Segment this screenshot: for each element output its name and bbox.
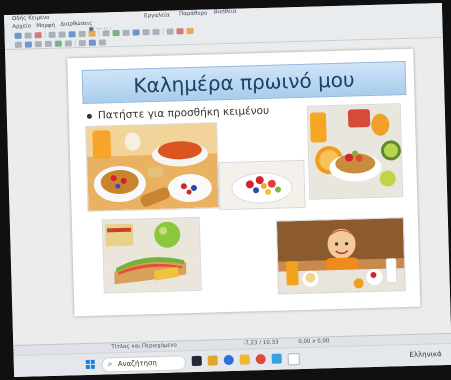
edge-browser-icon[interactable] [223,354,234,366]
chrome-icon[interactable] [255,354,266,365]
slide-bullet-text[interactable]: Πατήστε για προσθήκη κειμένου [98,105,270,122]
search-label: Αναζήτηση [117,359,158,369]
curve-icon[interactable] [152,28,160,35]
star-icon[interactable] [176,27,184,34]
toolbar-divider [98,29,100,37]
menu-format[interactable]: Μορφή [36,23,55,30]
toolbar-divider [162,27,164,35]
boy-breakfast-photo[interactable] [275,217,406,295]
pencil-icon[interactable] [186,27,194,34]
callout-icon[interactable] [98,38,106,46]
fruit-bowl-photo[interactable] [218,159,306,211]
bullet-dot [86,113,92,119]
arrow-icon[interactable] [142,28,150,35]
symbol-icon[interactable] [78,39,86,46]
shape-icon[interactable] [122,29,130,36]
app-title: Ωδής Κειμένο [12,14,50,22]
menu-tools[interactable]: Εργαλεία [144,13,170,20]
polygon-icon[interactable] [64,39,72,46]
connector-icon[interactable] [166,27,174,35]
menu-file[interactable]: Αρχείο [12,23,31,30]
windows-start-icon[interactable] [85,359,96,370]
breakfast-spread-image [86,123,219,211]
fill-icon[interactable] [54,40,62,47]
boy-breakfast-image [276,218,405,294]
screen: Ωδής Κειμένο ▣ ··· ·· · Εργαλεία Παράθυρ… [4,2,451,378]
image-icon[interactable] [88,30,96,37]
slide-title[interactable]: Καλημέρα πρωινό μου [83,66,406,99]
search-icon: ⌕ [107,359,113,369]
menu-window[interactable]: Παράθυρο [179,11,207,18]
undo-icon[interactable] [48,31,56,38]
task-view-icon[interactable] [191,355,202,367]
sandwich-apple-image [102,217,201,293]
store-icon[interactable] [271,353,282,364]
menu-review[interactable]: Διορθώσεις [60,21,92,28]
chart-icon[interactable] [102,29,110,36]
status-size: 0,00 x 0,00 [298,338,330,346]
sandwich-apple-photo[interactable] [101,216,202,294]
slide-bullet-placeholder[interactable]: Πατήστε για προσθήκη κειμένου [86,105,270,122]
ellipse-icon[interactable] [44,40,52,47]
table-icon[interactable] [78,30,86,37]
textbox-icon[interactable] [112,29,120,36]
menu-help[interactable]: Βοήθεια [214,9,237,16]
new-icon[interactable] [14,32,22,39]
redo-icon[interactable] [58,30,66,38]
breakfast-spread-photo[interactable] [85,122,220,212]
language-indicator[interactable]: Ελληνικά [409,350,441,359]
file-explorer-icon[interactable] [207,355,218,366]
granola-bowl-image [307,104,403,199]
impress-icon[interactable] [287,353,300,366]
flowchart-icon[interactable] [88,39,96,46]
slide-workspace: Καλημέρα πρωινό μου Πατήστε για προσθήκη… [5,37,451,346]
line-icon[interactable] [132,28,140,36]
fruit-bowl-image [219,160,305,210]
open-icon[interactable] [24,31,32,39]
taskbar-search-input[interactable]: ⌕ Αναζήτηση [101,355,187,373]
rectangle-icon[interactable] [34,40,42,47]
granola-bowl-photo[interactable] [306,103,404,200]
status-layout: Τίτλος και Περιεχόμενο [111,342,177,351]
status-position: -7,23 / 10,33 [243,339,279,347]
toolbar-divider [74,39,76,47]
grid-icon[interactable] [68,30,76,37]
slide-title-bar[interactable]: Καλημέρα πρωινό μου [81,60,407,105]
slide[interactable]: Καλημέρα πρωινό μου Πατήστε για προσθήκη… [67,48,421,317]
select-icon[interactable] [14,41,22,48]
toolbar-divider [44,31,46,39]
zoom-icon[interactable] [24,40,32,48]
folder-icon[interactable] [239,354,250,365]
save-icon[interactable] [34,31,42,38]
